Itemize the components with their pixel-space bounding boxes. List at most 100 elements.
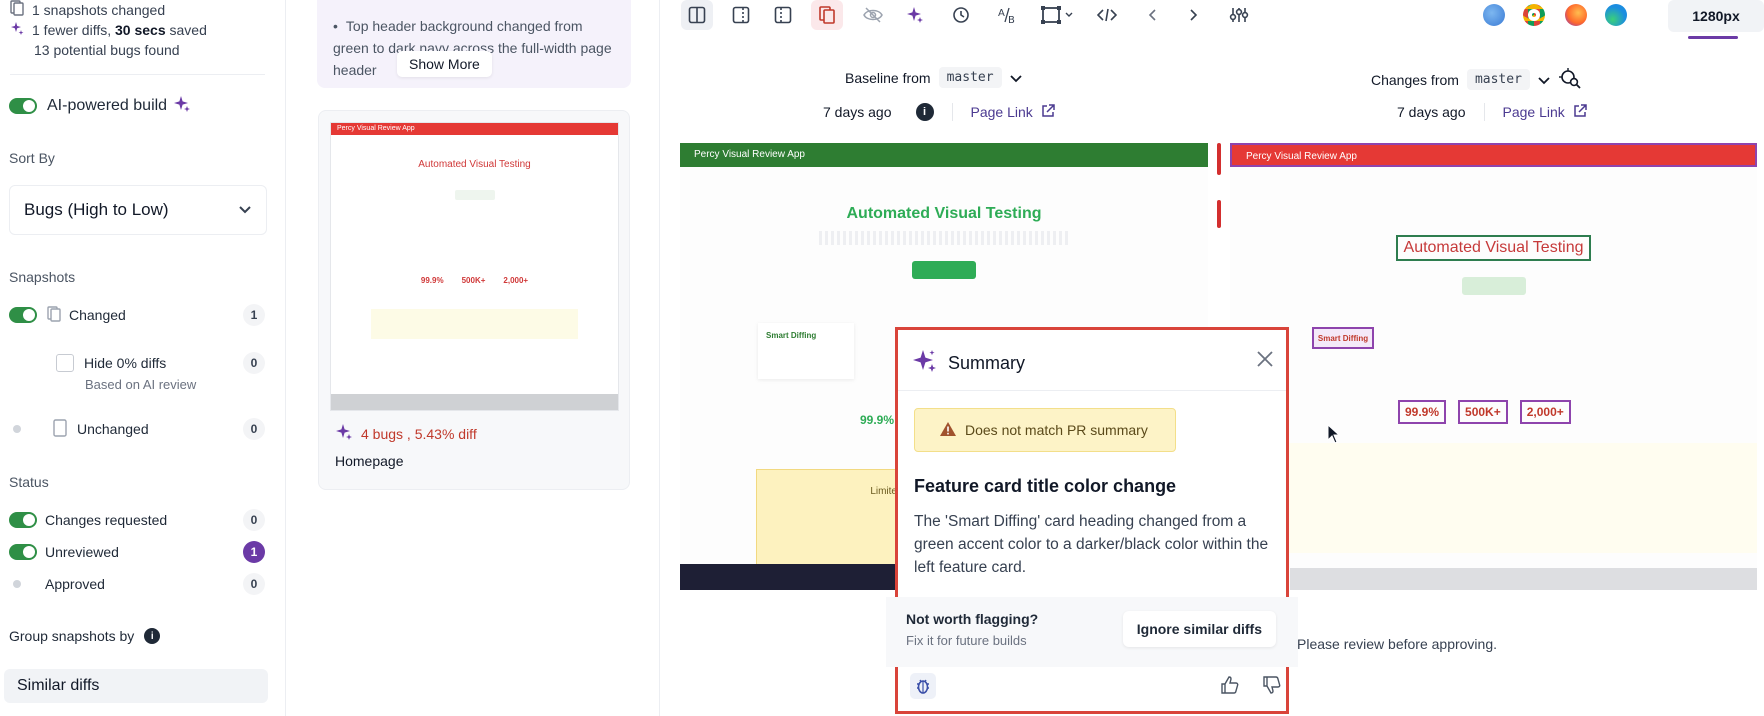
ignore-similar-diffs-button[interactable]: Ignore similar diffs — [1122, 611, 1276, 647]
screenshot-title-wrap: Automated Visual Testing — [1230, 197, 1757, 261]
divider — [1483, 103, 1485, 121]
limit-band — [1230, 443, 1757, 553]
changes-header: Changes from master — [1371, 67, 1582, 92]
resolution-button[interactable]: 1280px — [1668, 0, 1764, 32]
thumb-title: Automated Visual Testing — [418, 159, 531, 170]
changes-branch: master — [1466, 69, 1530, 90]
baseline-page-link[interactable]: Page Link — [971, 104, 1033, 120]
changes-view-icon[interactable] — [767, 0, 799, 30]
status-count: 1 — [243, 541, 265, 563]
sort-by-label: Sort By — [9, 150, 55, 166]
thumb-cta — [454, 190, 495, 200]
screenshot-title: Automated Visual Testing — [846, 205, 1042, 222]
status-count: 0 — [243, 509, 265, 531]
side-by-side-view-icon[interactable] — [681, 0, 713, 30]
divider — [10, 74, 265, 75]
chrome-browser-icon[interactable] — [1523, 4, 1545, 26]
screenshot-footer — [1290, 568, 1757, 590]
changes-page-link[interactable]: Page Link — [1503, 104, 1565, 120]
chevron-down-icon[interactable] — [1538, 72, 1550, 88]
history-icon[interactable] — [945, 0, 977, 30]
bug-search-icon[interactable] — [1558, 67, 1582, 92]
unchanged-label[interactable]: Unchanged — [77, 421, 149, 437]
previous-icon[interactable] — [1137, 0, 1169, 30]
feature-card-title: Smart Diffing — [766, 331, 817, 340]
thumbs-down-icon[interactable] — [1262, 675, 1282, 700]
safari-browser-icon[interactable] — [1483, 4, 1505, 26]
feature-card-title-highlight: Smart Diffing — [1312, 327, 1374, 349]
changes-meta: 7 days ago Page Link — [1397, 103, 1587, 121]
chevron-down-icon[interactable] — [1009, 70, 1022, 86]
external-link-icon[interactable] — [1573, 103, 1587, 121]
code-icon[interactable] — [1091, 0, 1123, 30]
popup-header: Summary — [912, 348, 1025, 379]
info-icon[interactable]: i — [144, 628, 161, 644]
changes-age: 7 days ago — [1397, 104, 1466, 120]
potential-bugs-text: 13 potential bugs found — [34, 42, 180, 58]
sparkle-icon — [10, 20, 24, 40]
ai-build-toggle[interactable] — [9, 98, 37, 114]
diff-description: The 'Smart Diffing' card heading changed… — [914, 513, 1269, 576]
sort-select[interactable]: Bugs (High to Low) — [9, 185, 267, 235]
changed-label: Changed — [69, 307, 126, 323]
stat-highlight: 2,000+ — [1519, 400, 1571, 424]
ai-summary-popup: Summary Does not match PR summary Featur… — [886, 327, 1298, 714]
hide-zero-diffs-label: Hide 0% diffs — [84, 355, 167, 371]
status-label-item: Changes requested — [45, 512, 168, 528]
changed-toggle[interactable] — [9, 307, 37, 323]
ai-build-toggle-row: AI-powered build — [9, 95, 265, 117]
bug-icon[interactable] — [910, 673, 936, 699]
mouse-cursor-icon — [1327, 423, 1341, 449]
hide-eye-icon[interactable] — [857, 0, 889, 30]
sparkle-icon — [335, 423, 353, 444]
thumbs-up-icon[interactable] — [1220, 675, 1240, 700]
baseline-age: 7 days ago — [823, 104, 892, 120]
sidebar: 1 snapshots changed 1 fewer diffs, 30 se… — [0, 0, 286, 716]
next-icon[interactable] — [1177, 0, 1209, 30]
stat-highlight: 500K+ — [1458, 400, 1508, 424]
snapshot-card[interactable]: Percy Visual Review App Automated Visual… — [318, 110, 630, 490]
feedback-footer: Not worth flagging? Fix it for future bu… — [886, 597, 1298, 667]
group-by-select[interactable]: Similar diffs — [4, 669, 268, 703]
changes-screenshot[interactable]: Percy Visual Review App Automated Visual… — [1230, 143, 1757, 590]
baseline-view-icon[interactable] — [725, 0, 757, 30]
status-count: 0 — [243, 573, 265, 595]
edge-browser-icon[interactable] — [1605, 4, 1627, 26]
stat-highlight: 99.9% — [1398, 400, 1447, 424]
chevron-down-icon — [238, 200, 252, 220]
close-icon[interactable] — [1256, 350, 1274, 371]
thumb-stat: 99.9% — [420, 276, 444, 285]
show-more-button[interactable]: Show More — [397, 51, 492, 77]
external-link-icon[interactable] — [1041, 103, 1055, 121]
snapshot-thumbnail[interactable]: Percy Visual Review App Automated Visual… — [330, 122, 619, 411]
svg-text:A: A — [998, 8, 1005, 19]
info-icon[interactable]: i — [915, 103, 934, 121]
sparkle-icon — [173, 95, 191, 118]
diff-overlay-icon[interactable] — [811, 0, 843, 30]
thumb-stats: 99.9% 500K+ 2,000+ — [331, 276, 618, 285]
hide-zero-diffs-checkbox[interactable] — [56, 354, 74, 372]
snapshot-icon — [10, 0, 24, 21]
status-changes-requested: Changes requested 0 — [9, 509, 265, 531]
thumb-stat: 500K+ — [461, 276, 486, 285]
status-unreviewed: Unreviewed 1 — [9, 541, 265, 563]
status-label-item[interactable]: Approved — [45, 576, 105, 592]
based-on-ai-review: Based on AI review — [85, 377, 197, 392]
snapshot-bug-summary: 4 bugs , 5.43% diff — [335, 423, 477, 444]
chevron-down-icon[interactable] — [1061, 0, 1077, 30]
unreviewed-toggle[interactable] — [9, 544, 37, 560]
unchanged-filter-row: Unchanged 0 — [9, 418, 265, 440]
status-label-item: Unreviewed — [45, 544, 119, 560]
changed-filter-row: Changed 1 — [9, 304, 265, 326]
baseline-label: Baseline from — [845, 69, 931, 86]
ab-compare-icon[interactable]: AB — [991, 0, 1023, 30]
firefox-browser-icon[interactable] — [1565, 4, 1587, 26]
screenshot-stats: 99.9% 500K+ 2,000+ — [1398, 400, 1571, 424]
svg-text:B: B — [1008, 15, 1015, 24]
diff-marker — [1217, 143, 1221, 175]
ai-sparkle-icon[interactable] — [899, 0, 931, 30]
popup-heading: Summary — [948, 353, 1026, 373]
changes-requested-toggle[interactable] — [9, 512, 37, 528]
build-stats: 1 snapshots changed 1 fewer diffs, 30 se… — [10, 0, 207, 60]
settings-sliders-icon[interactable] — [1223, 0, 1255, 30]
